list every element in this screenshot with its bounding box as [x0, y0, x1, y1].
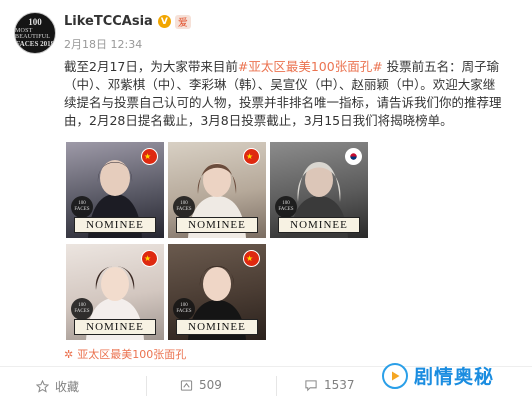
repost-count: 509: [199, 378, 222, 392]
photo-5[interactable]: ★ 100 FACES NOMINEE: [168, 244, 266, 340]
topic-spark-icon: ✲: [64, 347, 74, 361]
nominee-label: NOMINEE: [176, 217, 258, 233]
nominee-label: NOMINEE: [278, 217, 360, 233]
korea-flag-icon: [345, 148, 362, 165]
topic-link[interactable]: ✲ 亚太区最美100张面孔: [64, 346, 186, 362]
favorite-label: 收藏: [55, 380, 80, 394]
photo-3[interactable]: 100 FACES NOMINEE: [270, 142, 368, 238]
nominee-label: NOMINEE: [74, 217, 156, 233]
badge-logo-icon: 100 FACES: [275, 196, 297, 218]
separator: [146, 376, 147, 396]
avatar-line1: 100: [28, 17, 42, 27]
user-row: LikeTCCAsia V 爱: [64, 14, 191, 29]
comment-count: 1537: [324, 378, 355, 392]
photo-2[interactable]: ★ 100 FACES NOMINEE: [168, 142, 266, 238]
nominee-label: NOMINEE: [74, 319, 156, 335]
comment-button[interactable]: 1537: [304, 378, 355, 392]
separator: [276, 376, 277, 396]
china-flag-icon: ★: [243, 148, 260, 165]
post-text-part1: 截至2月17日，为大家带来目前: [64, 59, 238, 74]
photo-4[interactable]: ★ 100 FACES NOMINEE: [66, 244, 164, 340]
watermark-text: 剧情奥秘: [414, 366, 495, 388]
favorite-button[interactable]: 收藏: [36, 378, 79, 395]
post-text: 截至2月17日，为大家带来目前#亚太区最美100张面孔# 投票前五名：周子瑜（中…: [64, 58, 504, 130]
post-timestamp[interactable]: 2月18日 12:34: [64, 36, 142, 52]
repost-button[interactable]: 509: [180, 378, 222, 392]
play-logo-icon: [382, 362, 408, 389]
member-badge-icon[interactable]: 爱: [174, 14, 191, 29]
nominee-label: NOMINEE: [176, 319, 258, 335]
topic-hashtag-link[interactable]: #亚太区最美100张面孔#: [238, 59, 383, 74]
badge-logo-icon: 100 FACES: [71, 298, 93, 320]
watermark: 剧情奥秘: [382, 362, 494, 389]
star-icon: [36, 380, 49, 393]
verified-icon[interactable]: V: [157, 15, 171, 28]
username[interactable]: LikeTCCAsia: [64, 14, 153, 29]
avatar[interactable]: 100 MOST BEAUTIFUL FACES 2018: [14, 12, 56, 54]
badge-logo-icon: 100 FACES: [173, 298, 195, 320]
badge-logo-icon: 100 FACES: [71, 196, 93, 218]
repost-icon: [180, 379, 193, 391]
china-flag-icon: ★: [141, 148, 158, 165]
topic-link-label: 亚太区最美100张面孔: [77, 348, 187, 361]
play-triangle: [392, 371, 400, 380]
china-flag-icon: ★: [141, 250, 158, 267]
korea-flag-graphic: [350, 153, 357, 160]
avatar-line3: FACES 2018: [15, 40, 55, 48]
photo-1[interactable]: ★ 100 FACES NOMINEE: [66, 142, 164, 238]
china-flag-icon: ★: [243, 250, 260, 267]
comment-icon: [305, 379, 317, 391]
avatar-line2: MOST BEAUTIFUL: [15, 28, 51, 40]
badge-logo-icon: 100 FACES: [173, 196, 195, 218]
